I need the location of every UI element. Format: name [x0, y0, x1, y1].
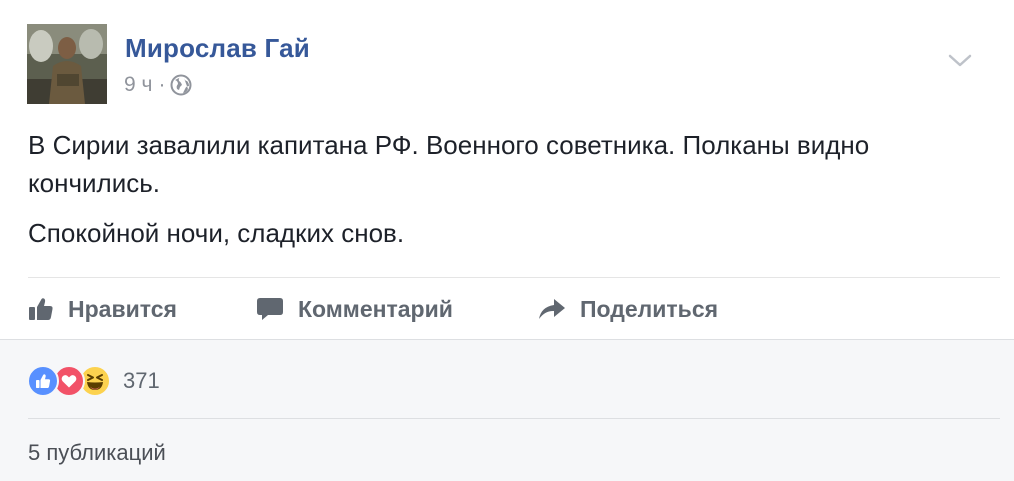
facebook-post: Мирослав Гай 9 ч · В Сирии завалили капи…: [0, 0, 1014, 481]
post-paragraph: В Сирии завалили капитана РФ. Военного с…: [28, 130, 870, 198]
avatar[interactable]: [27, 24, 107, 104]
like-reaction-icon: [27, 365, 59, 397]
post-header: Мирослав Гай 9 ч ·: [27, 24, 987, 106]
comment-bubble-icon: [257, 298, 283, 320]
like-button[interactable]: Нравится: [28, 282, 177, 336]
post-meta: 9 ч ·: [124, 73, 192, 97]
post-paragraph: Спокойной ночи, сладких снов.: [28, 218, 405, 248]
share-label: Поделиться: [580, 295, 719, 322]
globe-icon[interactable]: [170, 74, 192, 96]
post-text: В Сирии завалили капитана РФ. Военного с…: [28, 126, 988, 264]
shares-link[interactable]: 5 публикаций: [28, 440, 166, 466]
comment-label: Комментарий: [298, 295, 453, 322]
author-name[interactable]: Мирослав Гай: [125, 33, 310, 64]
share-arrow-icon: [539, 299, 565, 319]
reactions-summary[interactable]: 371: [27, 364, 160, 398]
meta-separator: ·: [158, 73, 166, 96]
chevron-down-icon[interactable]: [947, 52, 973, 70]
reaction-count: 371: [123, 368, 160, 393]
divider: [28, 277, 1000, 278]
share-button[interactable]: Поделиться: [538, 282, 718, 336]
avatar-photo: [27, 24, 107, 104]
thumbs-up-icon: [29, 298, 53, 320]
action-bar: Нравится Комментарий Поделиться: [28, 282, 1000, 336]
post-footer: 371 5 публикаций: [0, 339, 1014, 481]
comment-button[interactable]: Комментарий: [256, 282, 453, 336]
divider: [28, 418, 1000, 419]
post-time[interactable]: 9 ч: [124, 73, 152, 97]
like-label: Нравится: [68, 295, 177, 322]
